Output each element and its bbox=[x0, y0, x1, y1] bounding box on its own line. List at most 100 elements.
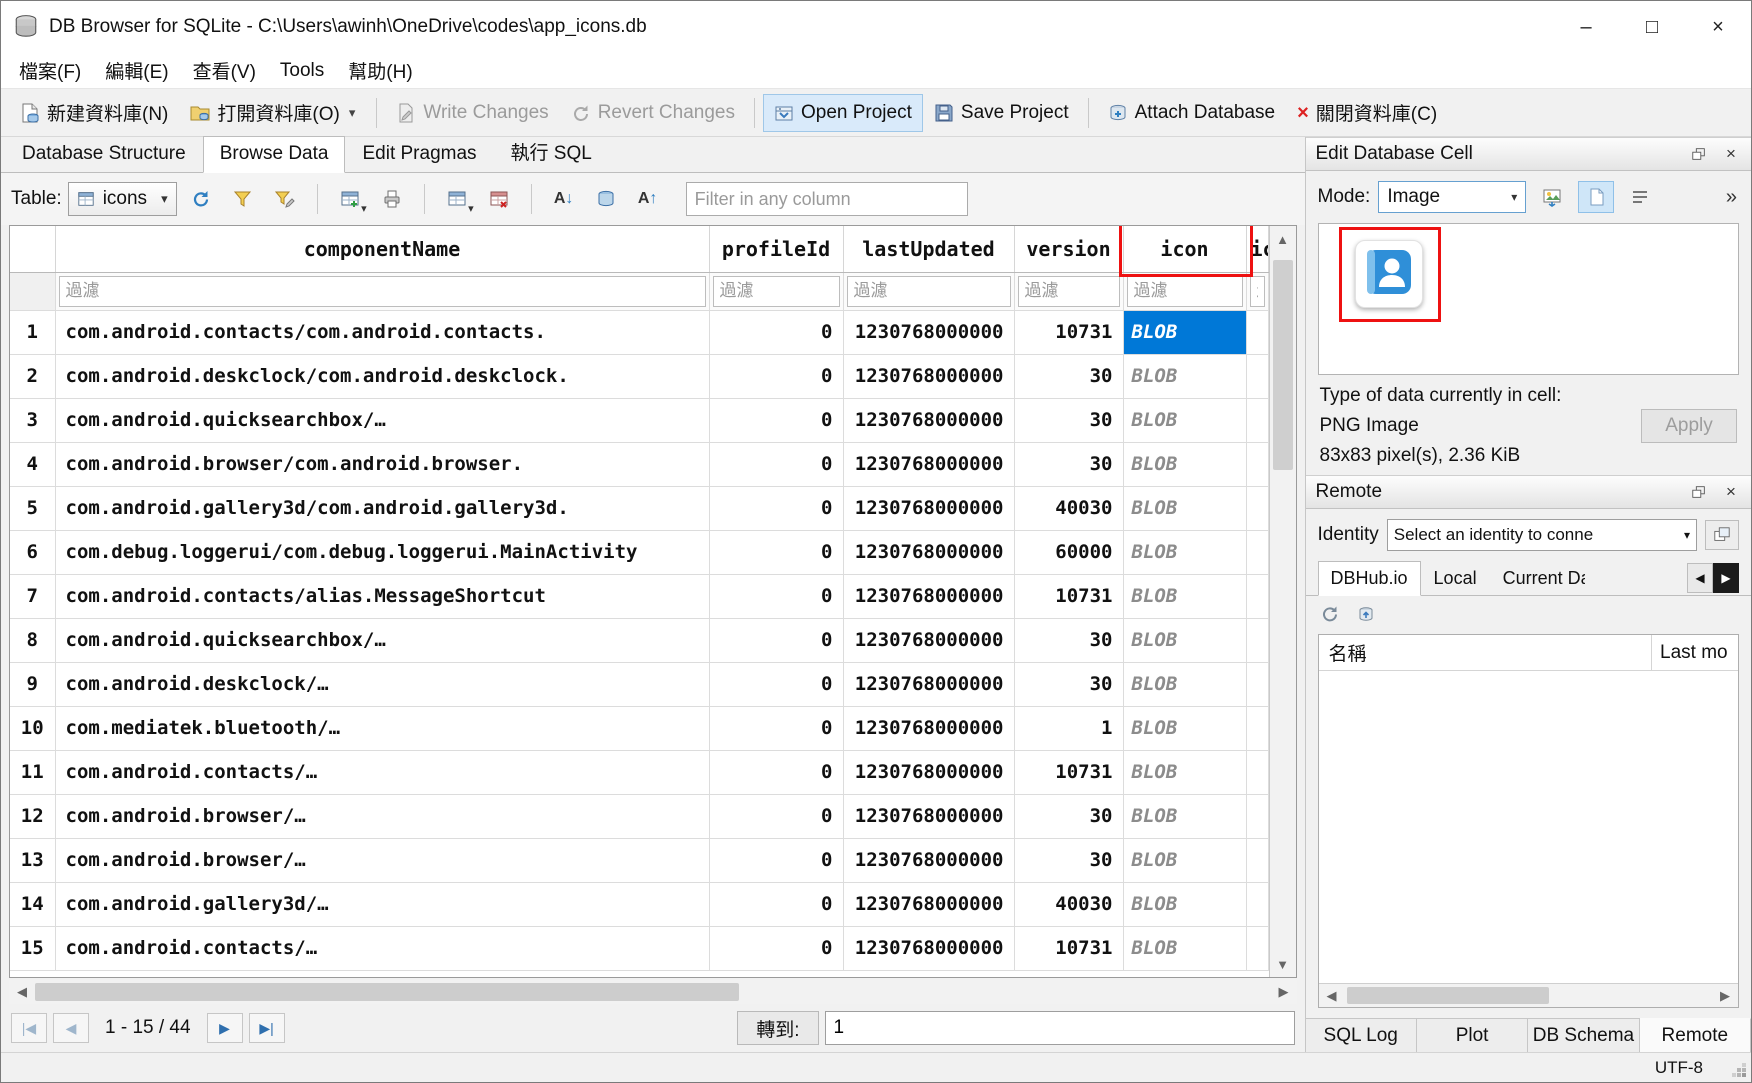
version-cell[interactable]: 30 bbox=[1014, 838, 1123, 882]
clipped-cell[interactable] bbox=[1246, 662, 1268, 706]
profile-id-cell[interactable]: 0 bbox=[709, 574, 843, 618]
row-number-cell[interactable]: 13 bbox=[10, 838, 55, 882]
component-name-cell[interactable]: com.android.contacts/… bbox=[55, 750, 709, 794]
previous-record-button[interactable]: ◀ bbox=[53, 1013, 89, 1043]
clipped-cell[interactable] bbox=[1246, 398, 1268, 442]
sort-descending-button[interactable]: A↑ bbox=[630, 181, 666, 217]
scroll-left-button[interactable]: ◀ bbox=[9, 980, 35, 1004]
clipped-cell[interactable] bbox=[1246, 574, 1268, 618]
icon-blob-cell[interactable]: BLOB bbox=[1123, 618, 1246, 662]
database-cell-button[interactable] bbox=[588, 181, 624, 217]
component-name-cell[interactable]: com.android.contacts/… bbox=[55, 926, 709, 970]
identity-selector[interactable]: Select an identity to conne ▾ bbox=[1387, 519, 1697, 551]
delete-record-button[interactable] bbox=[481, 181, 517, 217]
version-cell[interactable]: 30 bbox=[1014, 398, 1123, 442]
scroll-up-button[interactable]: ▲ bbox=[1270, 226, 1296, 252]
vertical-scroll-track[interactable] bbox=[1270, 252, 1296, 951]
version-cell[interactable]: 1 bbox=[1014, 706, 1123, 750]
clipped-cell[interactable] bbox=[1246, 618, 1268, 662]
icon-blob-cell[interactable]: BLOB bbox=[1123, 486, 1246, 530]
goto-record-input[interactable] bbox=[825, 1011, 1295, 1045]
word-wrap-button[interactable] bbox=[1622, 181, 1658, 213]
last-updated-cell[interactable]: 1230768000000 bbox=[843, 750, 1014, 794]
tab-edit-pragmas[interactable]: Edit Pragmas bbox=[345, 136, 493, 173]
menu-edit[interactable]: 編輯(E) bbox=[93, 53, 180, 88]
version-cell[interactable]: 40030 bbox=[1014, 882, 1123, 926]
scroll-right-button[interactable]: ▶ bbox=[1712, 984, 1738, 1007]
encoding-indicator[interactable]: UTF-8 bbox=[1655, 1058, 1703, 1078]
profile-id-cell[interactable]: 0 bbox=[709, 530, 843, 574]
component-name-cell[interactable]: com.android.contacts/com.android.contact… bbox=[55, 310, 709, 354]
last-updated-cell[interactable]: 1230768000000 bbox=[843, 354, 1014, 398]
global-filter-input[interactable] bbox=[686, 182, 968, 216]
scroll-left-button[interactable]: ◀ bbox=[1319, 984, 1345, 1007]
first-record-button[interactable]: |◀ bbox=[11, 1013, 47, 1043]
maximize-button[interactable]: □ bbox=[1619, 1, 1685, 53]
remote-tab-local[interactable]: Local bbox=[1421, 561, 1490, 596]
last-updated-cell[interactable]: 1230768000000 bbox=[843, 838, 1014, 882]
row-number-cell[interactable]: 4 bbox=[10, 442, 55, 486]
clipped-cell[interactable] bbox=[1246, 486, 1268, 530]
close-panel-icon[interactable]: × bbox=[1721, 482, 1741, 502]
horizontal-scroll-track[interactable] bbox=[35, 980, 1271, 1004]
import-image-button[interactable] bbox=[1534, 181, 1570, 213]
column-header-version[interactable]: version bbox=[1014, 226, 1123, 272]
remote-list-body[interactable] bbox=[1319, 671, 1739, 983]
remote-refresh-icon[interactable] bbox=[1320, 604, 1340, 624]
row-number-cell[interactable]: 11 bbox=[10, 750, 55, 794]
dock-tab-remote[interactable]: Remote bbox=[1640, 1018, 1751, 1052]
clipped-cell[interactable] bbox=[1246, 926, 1268, 970]
goto-button[interactable]: 轉到: bbox=[737, 1011, 818, 1045]
profile-id-cell[interactable]: 0 bbox=[709, 398, 843, 442]
clipped-cell[interactable] bbox=[1246, 530, 1268, 574]
profile-id-cell[interactable]: 0 bbox=[709, 618, 843, 662]
component-name-cell[interactable]: com.android.browser/… bbox=[55, 838, 709, 882]
last-updated-cell[interactable]: 1230768000000 bbox=[843, 442, 1014, 486]
menu-file[interactable]: 檔案(F) bbox=[7, 53, 93, 88]
row-number-cell[interactable]: 9 bbox=[10, 662, 55, 706]
row-number-cell[interactable]: 6 bbox=[10, 530, 55, 574]
version-cell[interactable]: 60000 bbox=[1014, 530, 1123, 574]
icon-blob-cell[interactable]: BLOB bbox=[1123, 310, 1246, 354]
close-panel-icon[interactable]: × bbox=[1721, 144, 1741, 164]
clipped-cell[interactable] bbox=[1246, 750, 1268, 794]
table-selector[interactable]: icons ▾ bbox=[68, 182, 177, 216]
remote-scroll-thumb[interactable] bbox=[1347, 987, 1549, 1004]
profile-id-cell[interactable]: 0 bbox=[709, 838, 843, 882]
dock-tab-db-schema[interactable]: DB Schema bbox=[1528, 1019, 1639, 1052]
menu-tools[interactable]: Tools bbox=[268, 56, 336, 86]
minimize-button[interactable]: – bbox=[1553, 1, 1619, 53]
last-updated-cell[interactable]: 1230768000000 bbox=[843, 926, 1014, 970]
version-cell[interactable]: 10731 bbox=[1014, 574, 1123, 618]
row-number-cell[interactable]: 8 bbox=[10, 618, 55, 662]
component-name-cell[interactable]: com.debug.loggerui/com.debug.loggerui.Ma… bbox=[55, 530, 709, 574]
tab-database-structure[interactable]: Database Structure bbox=[5, 136, 203, 173]
refresh-button[interactable] bbox=[183, 181, 219, 217]
clipped-cell[interactable] bbox=[1246, 706, 1268, 750]
duplicate-record-button[interactable]: ▾ bbox=[439, 181, 475, 217]
last-updated-cell[interactable]: 1230768000000 bbox=[843, 662, 1014, 706]
icon-blob-cell[interactable]: BLOB bbox=[1123, 882, 1246, 926]
column-header-profileid[interactable]: profileId bbox=[709, 226, 843, 272]
tab-scroll-right-button[interactable]: ▶ bbox=[1713, 563, 1739, 593]
icon-blob-cell[interactable]: BLOB bbox=[1123, 398, 1246, 442]
component-name-cell[interactable]: com.android.deskclock/… bbox=[55, 662, 709, 706]
row-number-cell[interactable]: 12 bbox=[10, 794, 55, 838]
component-name-cell[interactable]: com.android.gallery3d/… bbox=[55, 882, 709, 926]
row-number-cell[interactable]: 2 bbox=[10, 354, 55, 398]
version-filter-input[interactable] bbox=[1018, 276, 1120, 307]
last-updated-cell[interactable]: 1230768000000 bbox=[843, 794, 1014, 838]
scroll-right-button[interactable]: ▶ bbox=[1271, 980, 1297, 1004]
version-cell[interactable]: 40030 bbox=[1014, 486, 1123, 530]
component-name-cell[interactable]: com.mediatek.bluetooth/… bbox=[55, 706, 709, 750]
remote-upload-icon[interactable] bbox=[1356, 604, 1376, 624]
horizontal-scrollbar[interactable]: ◀ ▶ bbox=[9, 980, 1297, 1004]
vertical-scrollbar[interactable]: ▲ ▼ bbox=[1269, 226, 1296, 977]
toolbar-overflow-icon[interactable]: » bbox=[1726, 186, 1739, 209]
revert-changes-button[interactable]: Revert Changes bbox=[560, 94, 746, 132]
component-name-cell[interactable]: com.android.browser/… bbox=[55, 794, 709, 838]
version-cell[interactable]: 10731 bbox=[1014, 310, 1123, 354]
row-number-cell[interactable]: 1 bbox=[10, 310, 55, 354]
component-name-cell[interactable]: com.android.gallery3d/com.android.galler… bbox=[55, 486, 709, 530]
profile-id-cell[interactable]: 0 bbox=[709, 354, 843, 398]
